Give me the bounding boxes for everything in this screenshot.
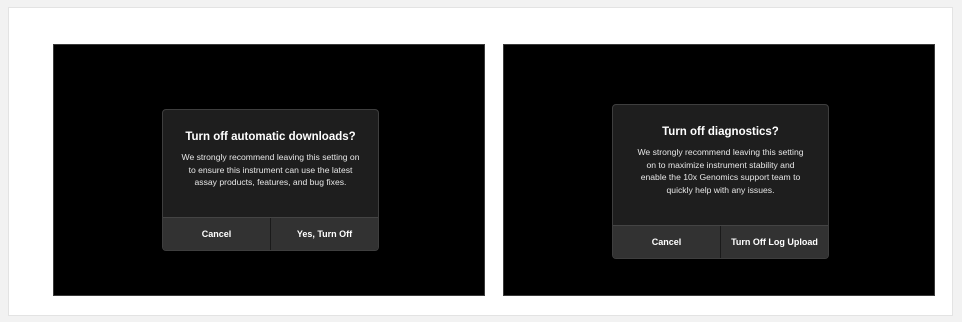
dialog-message: We strongly recommend leaving this setti… [637, 147, 804, 195]
yes-turn-off-button[interactable]: Yes, Turn Off [270, 218, 378, 250]
dialog-title: Turn off automatic downloads? [185, 131, 356, 143]
turn-off-log-upload-button[interactable]: Turn Off Log Upload [720, 226, 828, 258]
dialog-body: Turn off automatic downloads? We strongl… [163, 110, 378, 189]
figure-frame: Turn off automatic downloads? We strongl… [8, 7, 953, 316]
dialog-message: We strongly recommend leaving this setti… [181, 152, 360, 187]
instrument-screen-diagnostics: Turn off diagnostics? We strongly recomm… [503, 44, 935, 296]
cancel-button[interactable]: Cancel [163, 218, 270, 250]
dialog-title: Turn off diagnostics? [662, 126, 779, 138]
automatic-downloads-dialog: Turn off automatic downloads? We strongl… [162, 109, 379, 251]
diagnostics-dialog: Turn off diagnostics? We strongly recomm… [612, 104, 829, 259]
cancel-button[interactable]: Cancel [613, 226, 720, 258]
dialog-actions: Cancel Turn Off Log Upload [613, 225, 828, 258]
instrument-screen-downloads: Turn off automatic downloads? We strongl… [53, 44, 485, 296]
dialog-body: Turn off diagnostics? We strongly recomm… [613, 105, 828, 196]
dialog-actions: Cancel Yes, Turn Off [163, 217, 378, 250]
